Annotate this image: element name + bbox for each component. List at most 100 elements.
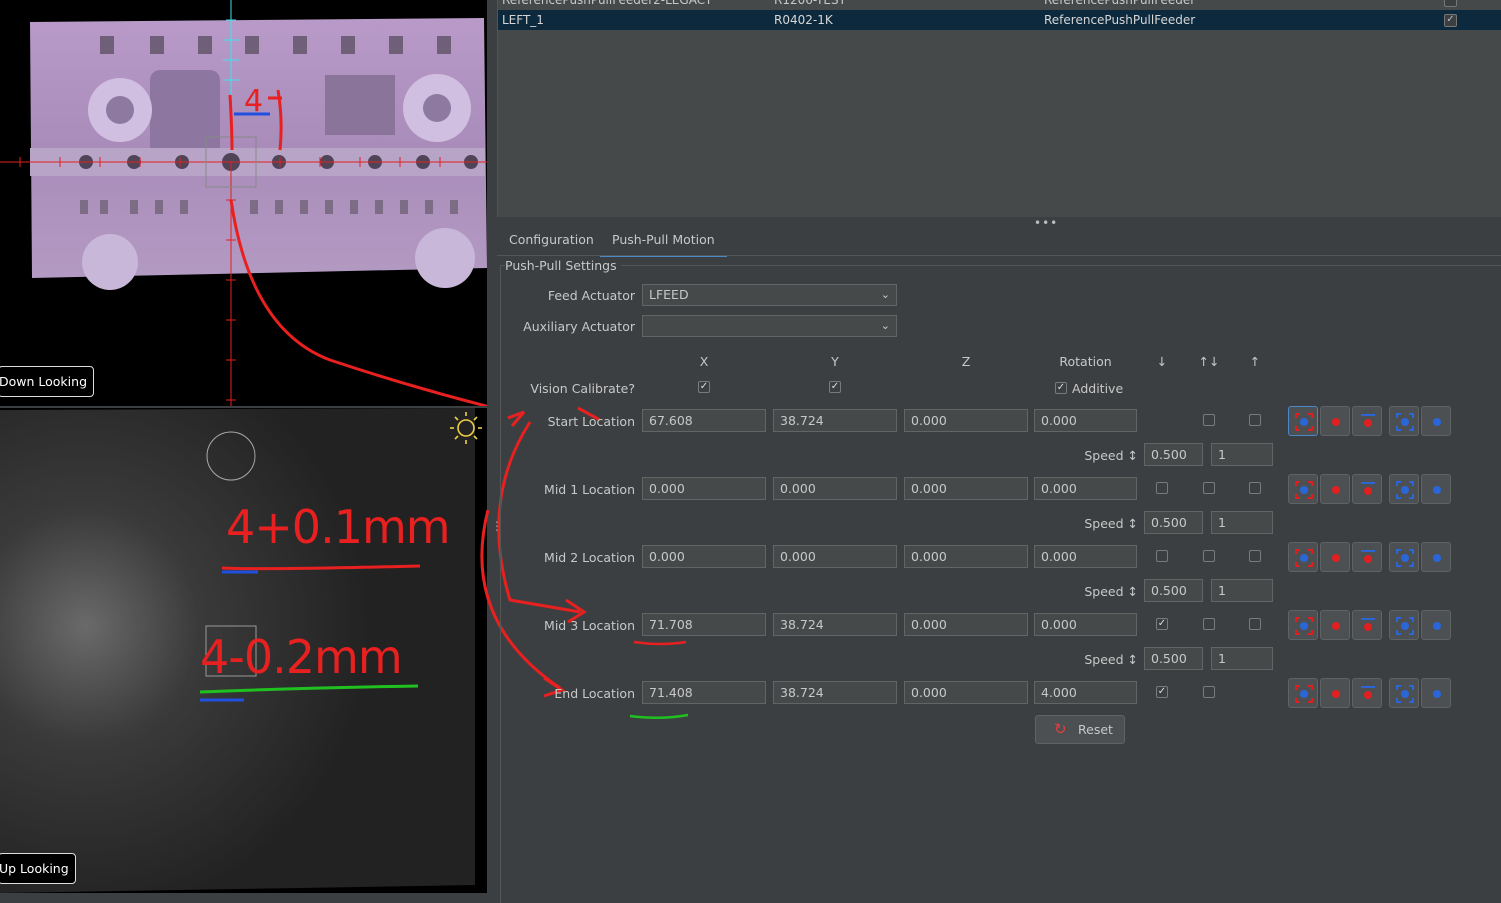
location-rotation-field[interactable]: 4.000 <box>1034 681 1137 704</box>
capture-camera-button[interactable] <box>1288 406 1318 436</box>
camera-target-icon <box>1396 617 1414 635</box>
move-to-button[interactable] <box>1421 610 1451 640</box>
speed-count-field[interactable]: 1 <box>1211 443 1273 466</box>
position-tool-button[interactable] <box>1320 542 1350 572</box>
up-camera-view[interactable]: 4+0.1mm 4-0.2mm Up Looking <box>0 408 487 893</box>
vision-calibrate-x-checkbox[interactable]: ✓ <box>698 381 710 393</box>
location-z-field[interactable]: 0.000 <box>904 681 1028 704</box>
tab-push-pull-motion[interactable]: Push-Pull Motion <box>600 231 727 257</box>
location-check-2[interactable] <box>1249 414 1261 426</box>
position-nozzle-button[interactable] <box>1352 678 1382 708</box>
vision-calibrate-y-checkbox[interactable]: ✓ <box>829 381 841 393</box>
speed-label: Speed ↕ <box>1084 516 1138 531</box>
position-tool-button[interactable] <box>1320 610 1350 640</box>
position-nozzle-button[interactable] <box>1352 474 1382 504</box>
location-rotation-field[interactable]: 0.000 <box>1034 477 1137 500</box>
speed-count-field[interactable]: 1 <box>1211 579 1273 602</box>
speed-field[interactable]: 0.500 <box>1144 647 1203 670</box>
col-header-down: ↓ <box>1156 354 1168 369</box>
tab-configuration[interactable]: Configuration <box>509 231 594 255</box>
capture-camera-button[interactable] <box>1288 678 1318 708</box>
position-nozzle-button[interactable] <box>1352 610 1382 640</box>
capture-camera-button[interactable] <box>1288 610 1318 640</box>
nozzle-dot-icon <box>1361 414 1375 427</box>
speed-label: Speed ↕ <box>1084 448 1138 463</box>
location-check-0[interactable]: ✓ <box>1156 618 1168 630</box>
feeder-type: ReferencePushPullFeeder <box>1044 0 1196 7</box>
capture-tool-button[interactable] <box>1389 474 1419 504</box>
location-check-0[interactable] <box>1156 550 1168 562</box>
location-check-1[interactable] <box>1203 618 1215 630</box>
location-check-1[interactable] <box>1203 482 1215 494</box>
location-z-field[interactable]: 0.000 <box>904 409 1028 432</box>
table-row[interactable]: LEFT_1 R0402-1K ReferencePushPullFeeder … <box>498 10 1501 30</box>
location-x-field[interactable]: 0.000 <box>642 545 766 568</box>
feeder-type: ReferencePushPullFeeder <box>1044 13 1196 27</box>
feed-actuator-select[interactable]: LFEED ⌄ <box>642 284 897 306</box>
location-y-field[interactable]: 0.000 <box>773 545 897 568</box>
table-row[interactable]: ReferencePushPullFeeder2-LEGACY R1206-TE… <box>498 0 1501 10</box>
aux-actuator-select[interactable]: ⌄ <box>642 315 897 337</box>
location-rotation-field[interactable]: 0.000 <box>1034 409 1137 432</box>
location-check-2[interactable] <box>1249 618 1261 630</box>
location-x-field[interactable]: 71.708 <box>642 613 766 636</box>
enabled-checkbox[interactable]: ✓ <box>1444 14 1457 27</box>
location-check-2[interactable] <box>1249 550 1261 562</box>
move-to-button[interactable] <box>1421 678 1451 708</box>
nozzle-dot-icon <box>1361 686 1375 699</box>
col-header-updown: ↑↓ <box>1198 354 1220 369</box>
location-z-field[interactable]: 0.000 <box>904 477 1028 500</box>
enabled-checkbox[interactable] <box>1444 0 1457 7</box>
location-check-0[interactable]: ✓ <box>1156 686 1168 698</box>
move-to-button[interactable] <box>1421 474 1451 504</box>
nozzle-dot-icon <box>1361 618 1375 631</box>
up-looking-label[interactable]: Up Looking <box>0 853 76 884</box>
reset-button[interactable]: ↻ Reset <box>1035 715 1125 744</box>
capture-camera-button[interactable] <box>1288 474 1318 504</box>
location-x-field[interactable]: 0.000 <box>642 477 766 500</box>
feed-actuator-value: LFEED <box>649 287 689 302</box>
position-tool-button[interactable] <box>1320 678 1350 708</box>
speed-count-field[interactable]: 1 <box>1211 511 1273 534</box>
location-check-1[interactable] <box>1203 686 1215 698</box>
capture-tool-button[interactable] <box>1389 542 1419 572</box>
location-x-field[interactable]: 67.608 <box>642 409 766 432</box>
location-rotation-field[interactable]: 0.000 <box>1034 613 1137 636</box>
dot-blue-icon <box>1433 622 1441 630</box>
position-nozzle-button[interactable] <box>1352 542 1382 572</box>
reset-label: Reset <box>1078 722 1113 737</box>
capture-tool-button[interactable] <box>1389 610 1419 640</box>
location-y-field[interactable]: 38.724 <box>773 613 897 636</box>
location-y-field[interactable]: 38.724 <box>773 681 897 704</box>
location-check-1[interactable] <box>1203 414 1215 426</box>
location-label: End Location <box>554 686 635 701</box>
speed-field[interactable]: 0.500 <box>1144 511 1203 534</box>
location-y-field[interactable]: 0.000 <box>773 477 897 500</box>
capture-tool-button[interactable] <box>1389 678 1419 708</box>
capture-tool-button[interactable] <box>1389 406 1419 436</box>
additive-checkbox[interactable]: ✓ <box>1055 382 1067 394</box>
position-tool-button[interactable] <box>1320 406 1350 436</box>
location-rotation-field[interactable]: 0.000 <box>1034 545 1137 568</box>
speed-field[interactable]: 0.500 <box>1144 443 1203 466</box>
speed-field[interactable]: 0.500 <box>1144 579 1203 602</box>
position-tool-button[interactable] <box>1320 474 1350 504</box>
move-to-button[interactable] <box>1421 542 1451 572</box>
location-check-2[interactable] <box>1249 482 1261 494</box>
location-y-field[interactable]: 38.724 <box>773 409 897 432</box>
capture-camera-button[interactable] <box>1288 542 1318 572</box>
settings-group-title: Push-Pull Settings <box>505 258 621 273</box>
down-camera-view[interactable]: 4 Down Looking <box>0 0 487 406</box>
dot-red-icon <box>1332 486 1340 494</box>
position-nozzle-button[interactable] <box>1352 406 1382 436</box>
move-to-button[interactable] <box>1421 406 1451 436</box>
location-check-1[interactable] <box>1203 550 1215 562</box>
down-looking-label[interactable]: Down Looking <box>0 366 95 397</box>
speed-count-field[interactable]: 1 <box>1211 647 1273 670</box>
feeder-name: ReferencePushPullFeeder2-LEGACY <box>502 0 713 7</box>
location-z-field[interactable]: 0.000 <box>904 613 1028 636</box>
location-check-0[interactable] <box>1156 482 1168 494</box>
location-z-field[interactable]: 0.000 <box>904 545 1028 568</box>
camera-footer <box>0 893 497 902</box>
splitter-handle-icon[interactable]: ••• <box>1034 216 1058 230</box>
